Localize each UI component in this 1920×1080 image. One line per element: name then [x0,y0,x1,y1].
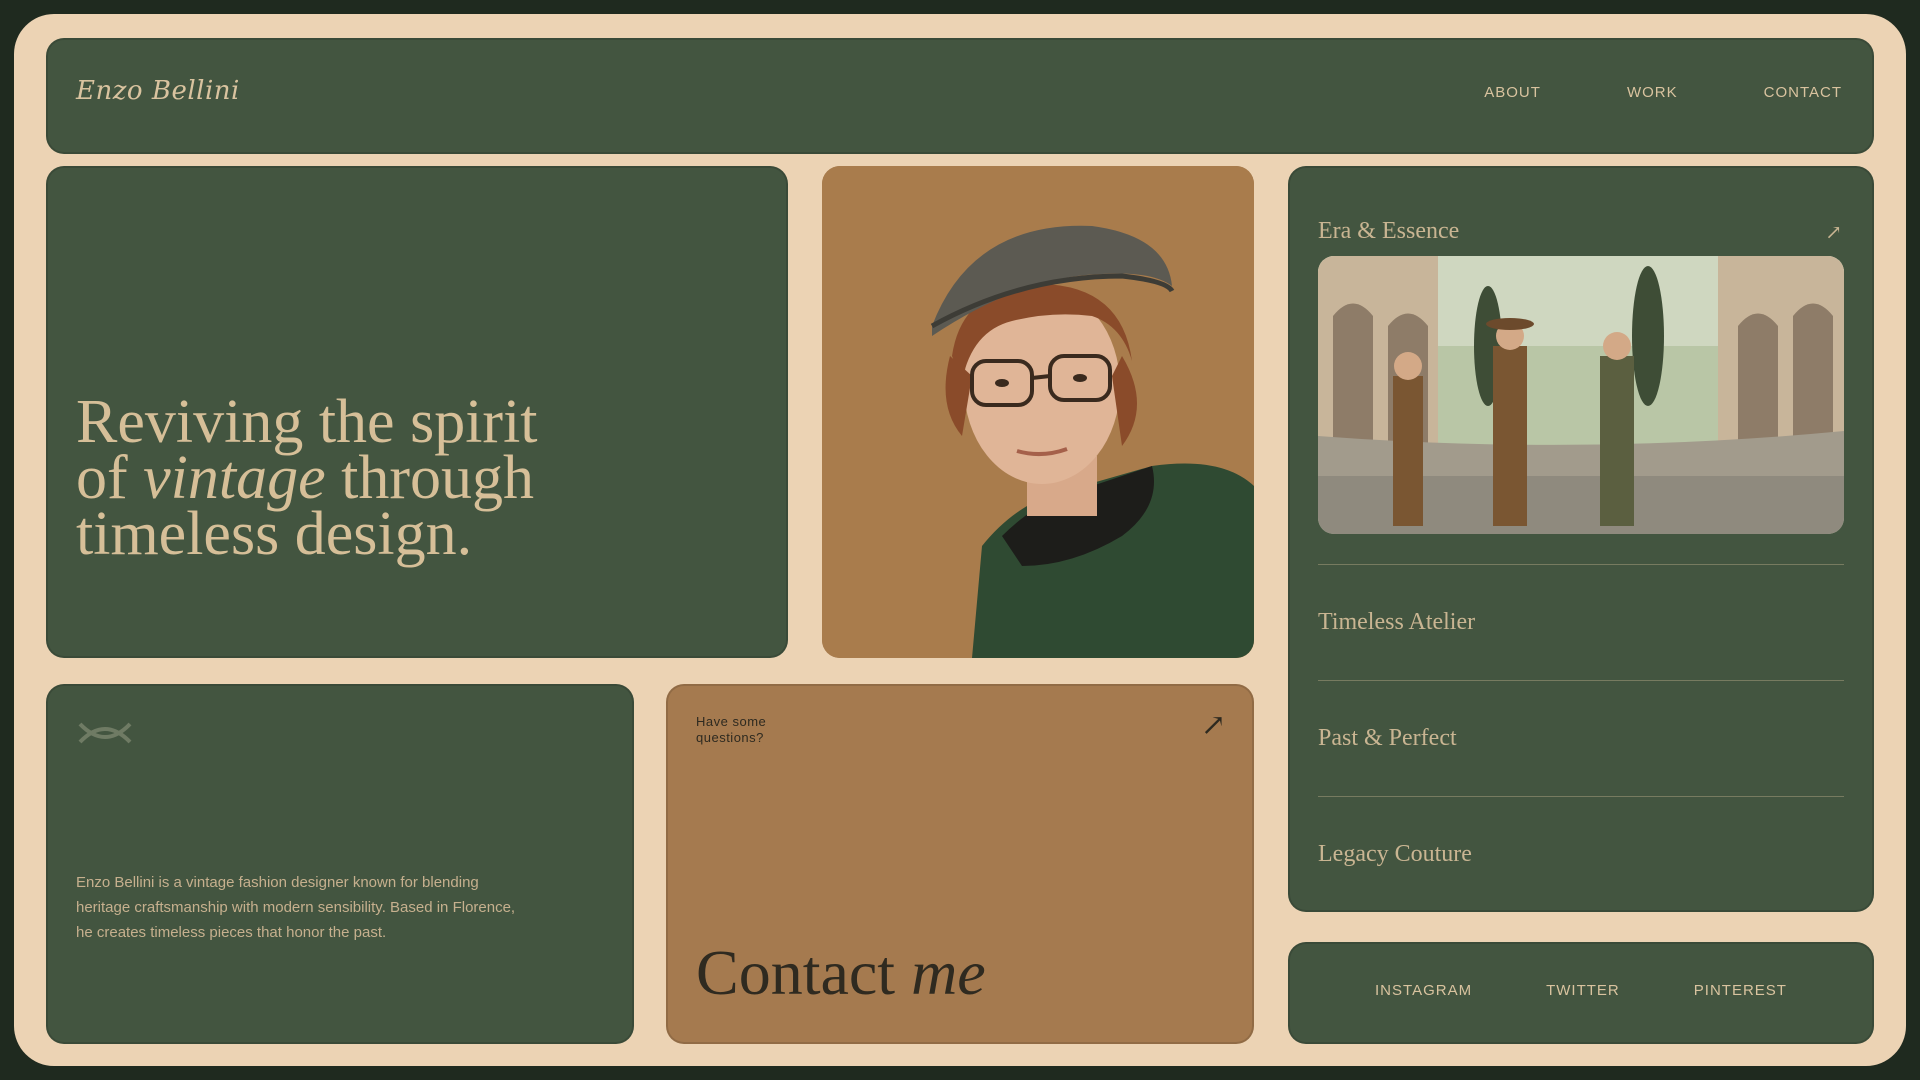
nav-work[interactable]: WORK [1627,84,1678,101]
contact-title-main: Contact [696,937,896,1008]
project-row-3[interactable]: Legacy Couture [1318,796,1844,912]
site-header: Enzo Bellini ABOUT WORK CONTACT [46,38,1874,154]
project-row-label: Past & Perfect [1318,725,1457,751]
social-instagram[interactable]: INSTAGRAM [1375,982,1472,999]
page-frame: Enzo Bellini ABOUT WORK CONTACT Reviving… [14,14,1906,1066]
social-links: INSTAGRAM TWITTER PINTEREST [1288,942,1874,1044]
project-row-label: Timeless Atelier [1318,609,1476,635]
main-nav: ABOUT WORK CONTACT [1484,84,1842,101]
hero-line-3: timeless design. [76,500,473,568]
contact-card[interactable]: Have some questions? ↗ Contact me [666,684,1254,1044]
contact-title: Contact me [696,936,986,1010]
social-pinterest[interactable]: PINTEREST [1694,982,1787,999]
contact-label: Have some questions? [696,714,766,746]
portrait-image [822,166,1254,658]
social-twitter[interactable]: TWITTER [1546,982,1620,999]
project-title[interactable]: Era & Essence [1318,218,1459,245]
site-logo[interactable]: Enzo Bellini [76,76,240,106]
about-text: Enzo Bellini is a vintage fashion design… [76,874,516,941]
social-links-row: INSTAGRAM TWITTER PINTEREST [1288,982,1874,999]
hero-heading: Reviving the spirit of vintage through t… [76,391,716,565]
contact-label-line-2: questions? [696,730,764,745]
nav-contact[interactable]: CONTACT [1764,84,1842,101]
project-image[interactable] [1318,256,1844,534]
street-scene-illustration [1318,256,1844,534]
about-card: Enzo Bellini is a vintage fashion design… [46,684,634,1044]
arrow-up-right-icon[interactable]: ↗ [1825,220,1842,244]
nav-about[interactable]: ABOUT [1484,84,1541,101]
arrow-up-right-icon[interactable]: ↗ [1201,708,1226,743]
project-row-1[interactable]: Timeless Atelier [1318,564,1844,681]
project-row-label: Legacy Couture [1318,841,1472,867]
hero-card: Reviving the spirit of vintage through t… [46,166,788,658]
project-row-2[interactable]: Past & Perfect [1318,680,1844,797]
portrait-illustration [822,166,1254,658]
contact-label-line-1: Have some [696,714,767,729]
contact-title-em: me [911,937,986,1008]
infinity-knot-icon [76,716,134,754]
projects-panel: Era & Essence ↗ Timeless Atelier Past & … [1288,166,1874,912]
